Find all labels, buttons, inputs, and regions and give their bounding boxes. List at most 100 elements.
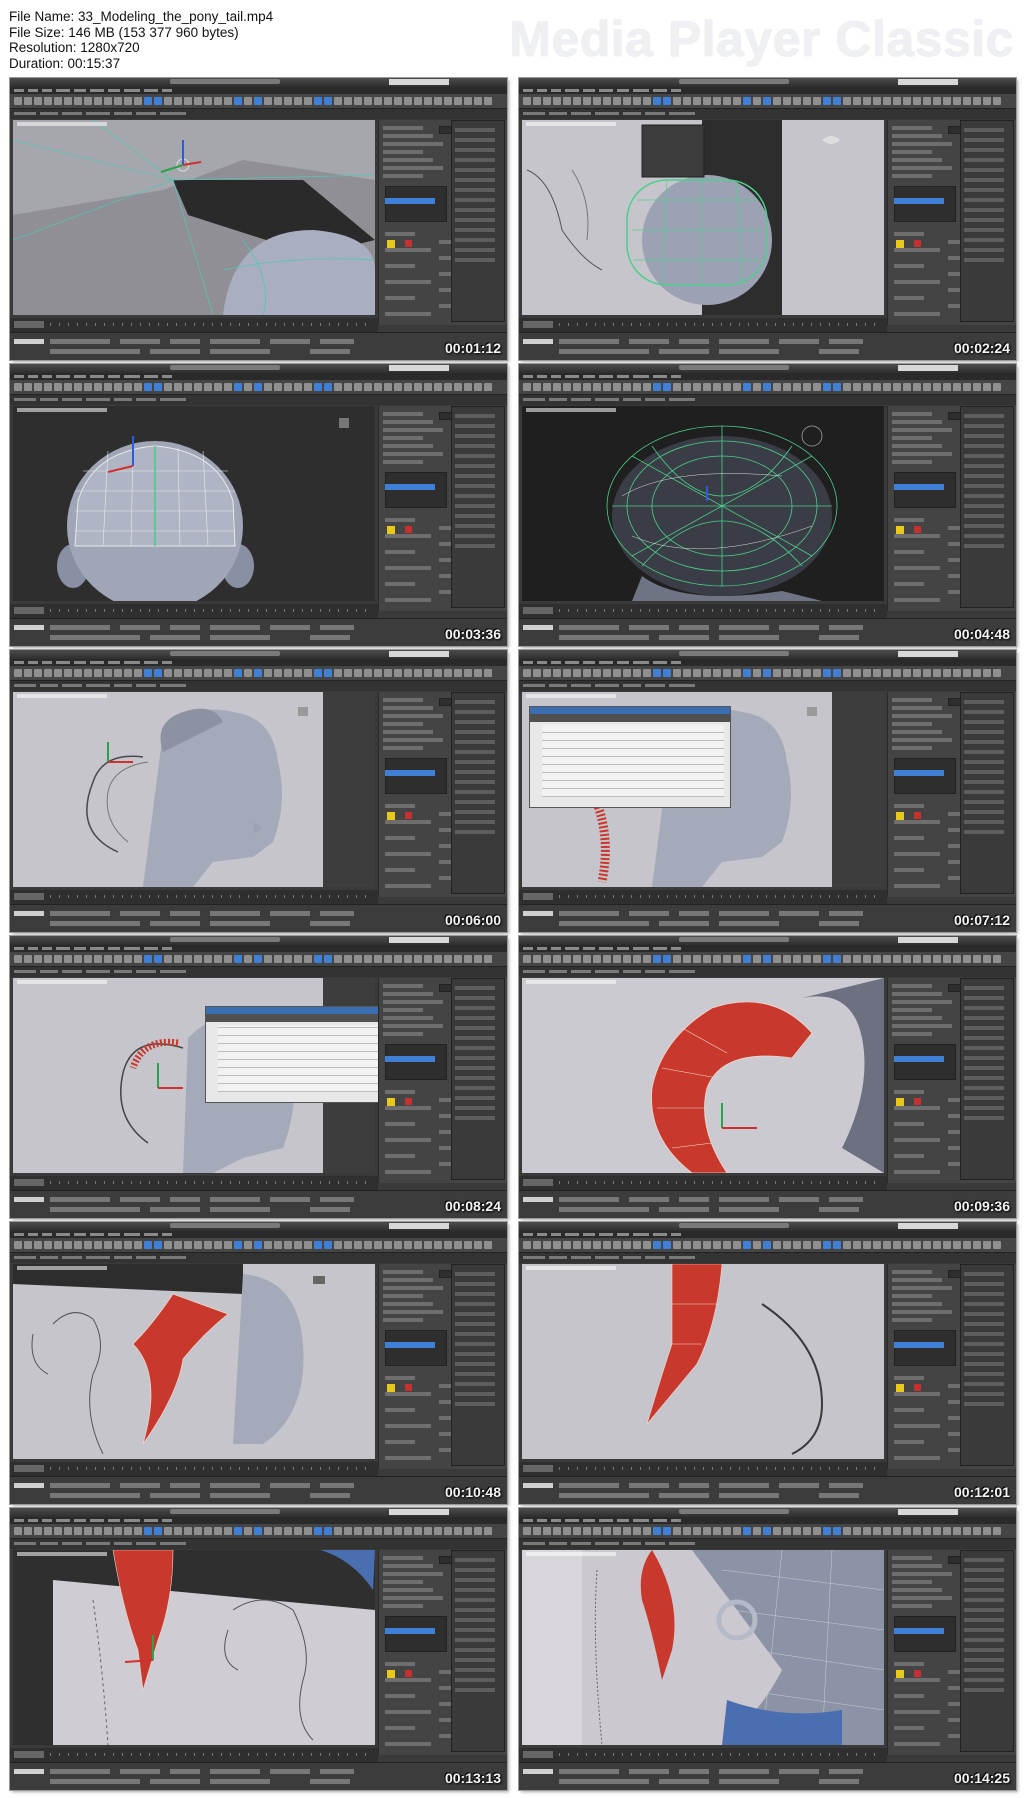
main-toolbar[interactable] <box>519 380 1016 395</box>
viewport-label[interactable] <box>526 122 616 126</box>
curve-editor-dialog[interactable] <box>529 706 731 808</box>
ribbon-bar[interactable] <box>519 1253 1016 1263</box>
time-slider[interactable] <box>519 604 887 618</box>
status-bar <box>10 1190 507 1218</box>
viewport[interactable] <box>13 692 375 887</box>
command-panel[interactable] <box>378 120 507 325</box>
time-slider[interactable] <box>519 1462 887 1476</box>
video-thumbnail[interactable]: 00:03:36 <box>10 364 507 646</box>
menu-bar[interactable] <box>10 1231 507 1238</box>
time-slider[interactable] <box>519 890 887 904</box>
command-panel[interactable] <box>887 692 1016 897</box>
ribbon-bar[interactable] <box>10 395 507 405</box>
video-thumbnail[interactable]: 00:01:12 <box>10 78 507 360</box>
video-thumbnail[interactable]: 00:12:01 <box>519 1222 1016 1504</box>
ribbon-bar[interactable] <box>10 967 507 977</box>
viewport[interactable] <box>13 120 375 315</box>
viewport-label[interactable] <box>526 694 616 698</box>
time-slider[interactable] <box>519 1748 887 1762</box>
viewport[interactable] <box>13 1264 375 1459</box>
time-slider[interactable] <box>10 890 378 904</box>
viewport[interactable] <box>522 406 884 601</box>
ribbon-bar[interactable] <box>519 395 1016 405</box>
menu-bar[interactable] <box>519 1231 1016 1238</box>
menu-bar[interactable] <box>519 945 1016 952</box>
ribbon-bar[interactable] <box>519 1539 1016 1549</box>
viewport[interactable] <box>13 1550 375 1745</box>
main-toolbar[interactable] <box>519 952 1016 967</box>
main-toolbar[interactable] <box>10 380 507 395</box>
time-slider[interactable] <box>519 1176 887 1190</box>
viewport-label[interactable] <box>17 1552 107 1556</box>
video-thumbnail[interactable]: 00:14:25 <box>519 1508 1016 1790</box>
video-thumbnail[interactable]: 00:04:48 <box>519 364 1016 646</box>
curve-editor-dialog[interactable] <box>205 1006 405 1103</box>
viewport[interactable] <box>522 978 884 1173</box>
command-panel[interactable] <box>378 1550 507 1755</box>
command-panel[interactable] <box>378 692 507 897</box>
video-thumbnail[interactable]: 00:08:24 <box>10 936 507 1218</box>
viewport[interactable] <box>522 1264 884 1459</box>
main-toolbar[interactable] <box>10 952 507 967</box>
video-thumbnail[interactable]: 00:09:36 <box>519 936 1016 1218</box>
main-toolbar[interactable] <box>519 1524 1016 1539</box>
main-toolbar[interactable] <box>519 94 1016 109</box>
ribbon-bar[interactable] <box>10 681 507 691</box>
video-thumbnail[interactable]: 00:13:13 <box>10 1508 507 1790</box>
time-slider[interactable] <box>10 1748 378 1762</box>
ribbon-bar[interactable] <box>10 1539 507 1549</box>
time-slider[interactable] <box>519 318 887 332</box>
viewport[interactable] <box>522 120 884 315</box>
command-panel[interactable] <box>887 120 1016 325</box>
video-thumbnail[interactable]: 00:02:24 <box>519 78 1016 360</box>
time-slider[interactable] <box>10 1462 378 1476</box>
ribbon-bar[interactable] <box>10 109 507 119</box>
viewport-label[interactable] <box>526 408 616 412</box>
menu-bar[interactable] <box>519 659 1016 666</box>
menu-bar[interactable] <box>10 1517 507 1524</box>
ribbon-bar[interactable] <box>10 1253 507 1263</box>
menu-bar[interactable] <box>519 373 1016 380</box>
menu-bar[interactable] <box>519 87 1016 94</box>
main-toolbar[interactable] <box>10 1238 507 1253</box>
main-toolbar[interactable] <box>519 666 1016 681</box>
command-panel[interactable] <box>378 1264 507 1469</box>
viewport[interactable] <box>522 1550 884 1745</box>
timestamp-label: 00:12:01 <box>953 1484 1010 1500</box>
viewport-label[interactable] <box>17 1266 107 1270</box>
ribbon-bar[interactable] <box>519 109 1016 119</box>
video-thumbnail[interactable]: 00:07:12 <box>519 650 1016 932</box>
main-toolbar[interactable] <box>519 1238 1016 1253</box>
command-panel[interactable] <box>887 406 1016 611</box>
viewport-label[interactable] <box>526 1552 616 1556</box>
command-panel[interactable] <box>887 1264 1016 1469</box>
viewport-label[interactable] <box>17 980 107 984</box>
time-slider[interactable] <box>10 1176 378 1190</box>
viewport-label[interactable] <box>17 694 107 698</box>
command-panel[interactable] <box>887 1550 1016 1755</box>
command-panel[interactable] <box>378 406 507 611</box>
ribbon-bar[interactable] <box>519 681 1016 691</box>
viewport-label[interactable] <box>17 408 107 412</box>
video-thumbnail[interactable]: 00:10:48 <box>10 1222 507 1504</box>
time-slider[interactable] <box>10 604 378 618</box>
viewport-label[interactable] <box>526 1266 616 1270</box>
viewport-label[interactable] <box>17 122 107 126</box>
menu-bar[interactable] <box>10 659 507 666</box>
menu-bar[interactable] <box>519 1517 1016 1524</box>
menu-bar[interactable] <box>10 945 507 952</box>
menu-bar[interactable] <box>10 373 507 380</box>
command-panel[interactable] <box>378 978 507 1183</box>
main-toolbar[interactable] <box>10 94 507 109</box>
time-slider[interactable] <box>10 318 378 332</box>
app-title-bar <box>519 78 1016 87</box>
viewport[interactable] <box>13 406 375 601</box>
menu-bar[interactable] <box>10 87 507 94</box>
command-panel[interactable] <box>887 978 1016 1183</box>
video-thumbnail[interactable]: 00:06:00 <box>10 650 507 932</box>
status-bar <box>519 1762 1016 1790</box>
main-toolbar[interactable] <box>10 666 507 681</box>
ribbon-bar[interactable] <box>519 967 1016 977</box>
main-toolbar[interactable] <box>10 1524 507 1539</box>
viewport-label[interactable] <box>526 980 616 984</box>
